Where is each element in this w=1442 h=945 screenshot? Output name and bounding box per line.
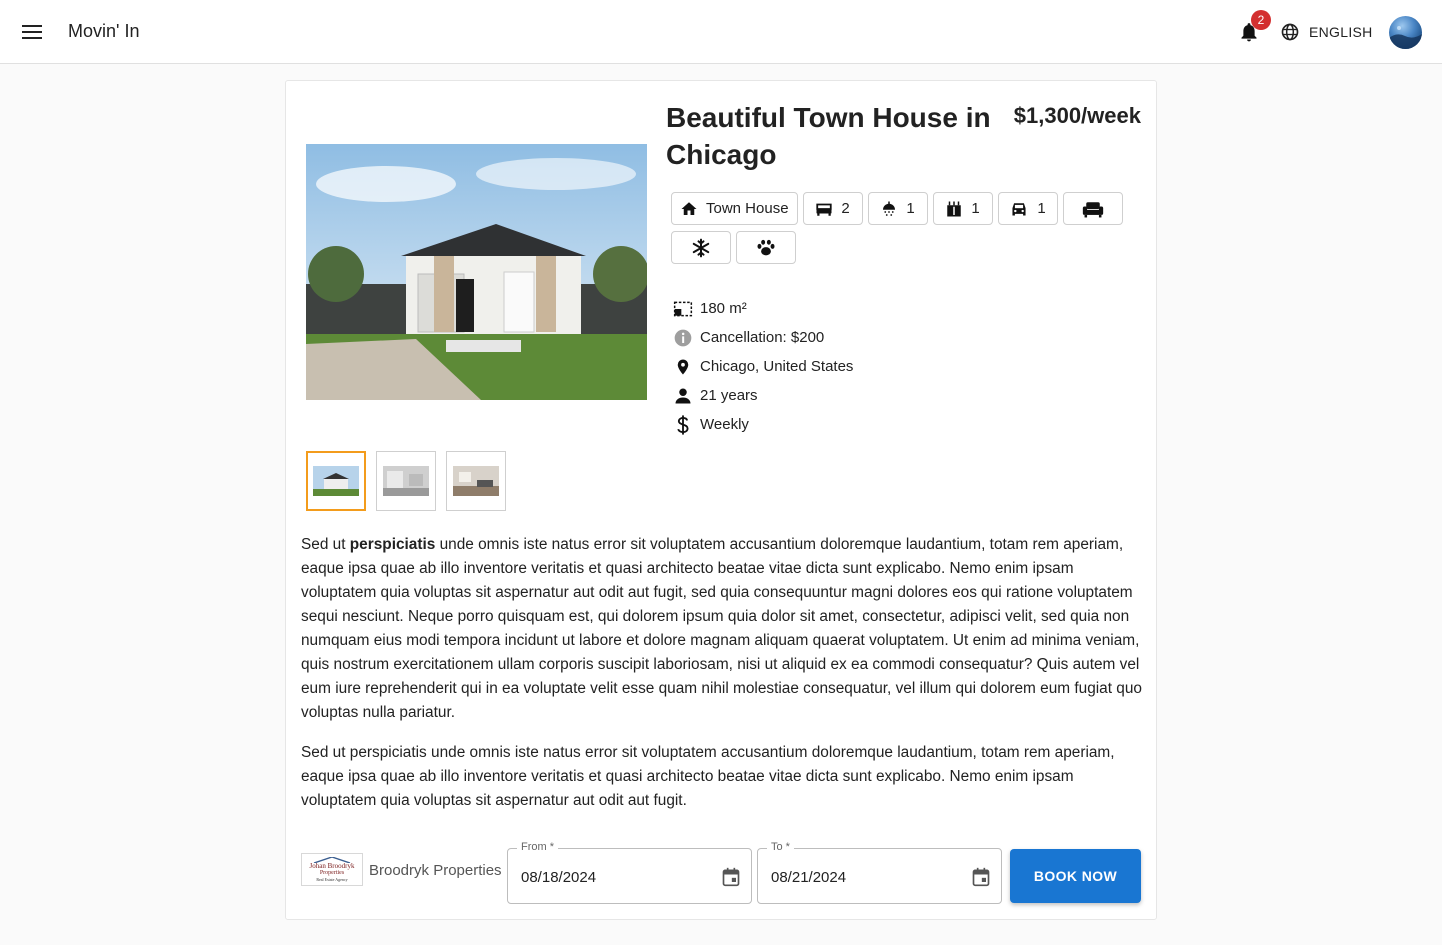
chip-label: 1: [971, 200, 980, 217]
to-value[interactable]: 08/21/2024: [771, 869, 846, 886]
chip-kitchens[interactable]: 1: [932, 192, 993, 225]
kitchen-icon: [947, 201, 962, 216]
book-now-button[interactable]: BOOK NOW: [1010, 849, 1141, 903]
chip-bedrooms[interactable]: 2: [802, 192, 863, 225]
info-size: 180 m²: [673, 294, 853, 323]
chip-parking[interactable]: 1: [997, 192, 1058, 225]
bed-icon: [816, 203, 833, 216]
description-paragraph-2: Sed ut perspiciatis unde omnis iste natu…: [301, 744, 1115, 809]
feature-chips: Town House 2 1 1 1: [671, 192, 1131, 264]
desc-text: Sed ut: [301, 536, 350, 553]
calendar-icon[interactable]: [721, 866, 741, 893]
from-date-field[interactable]: From * 08/18/2024: [507, 841, 752, 904]
info-cancellation: Cancellation: $200: [673, 323, 853, 352]
app-bar: Movin' In 2 ENGLISH: [0, 0, 1442, 64]
logo-text: Properties: [319, 870, 345, 876]
globe-icon: [1281, 23, 1299, 41]
notification-badge: 2: [1251, 10, 1271, 30]
chip-label: 1: [906, 200, 915, 217]
from-label: From *: [517, 841, 558, 853]
chip-bathrooms[interactable]: 1: [867, 192, 928, 225]
language-label: ENGLISH: [1309, 24, 1373, 40]
chip-label: 2: [841, 200, 850, 217]
min-age-value: 21 years: [700, 387, 758, 404]
language-selector[interactable]: ENGLISH: [1280, 20, 1373, 44]
listing-price: $1,300/week: [1013, 103, 1141, 128]
chip-type[interactable]: Town House: [671, 192, 798, 225]
thumbnail-strip: [306, 451, 506, 511]
payment-value: Weekly: [700, 416, 749, 433]
shower-icon: [883, 201, 896, 216]
listing-info: 180 m² Cancellation: $200 Chicago, Unite…: [673, 294, 853, 439]
listing-description: Sed ut perspiciatis unde omnis iste natu…: [301, 533, 1146, 829]
menu-icon[interactable]: [14, 14, 50, 50]
desc-text: unde omnis iste natus error sit voluptat…: [301, 536, 1142, 721]
location-value: Chicago, United States: [700, 358, 854, 375]
info-icon: [674, 329, 692, 346]
chip-pets-allowed[interactable]: [736, 231, 796, 264]
to-date-field[interactable]: To * 08/21/2024: [757, 841, 1002, 904]
logo-text: Real Estate Agency: [316, 877, 348, 882]
chip-label: 1: [1037, 200, 1046, 217]
listing-card: Beautiful Town House in Chicago $1,300/w…: [285, 80, 1157, 920]
thumbnail-2[interactable]: [376, 451, 436, 511]
desc-bold: perspiciatis: [349, 536, 436, 553]
thumbnail-3[interactable]: [446, 451, 506, 511]
car-icon: [1012, 202, 1026, 216]
app-title[interactable]: Movin' In: [68, 21, 139, 42]
dollar-icon: [677, 414, 689, 435]
info-min-age: 21 years: [673, 381, 853, 410]
owner-logo[interactable]: Johan Broodryk Properties Real Estate Ag…: [301, 853, 363, 886]
size-value: 180 m²: [700, 300, 747, 317]
avatar[interactable]: [1389, 16, 1422, 49]
calendar-icon[interactable]: [971, 866, 991, 893]
main-photo[interactable]: [306, 144, 647, 400]
thumbnail-1[interactable]: [306, 451, 366, 511]
couch-icon: [1082, 201, 1103, 217]
booking-bar: Johan Broodryk Properties Real Estate Ag…: [301, 841, 1141, 904]
listing-title: Beautiful Town House in Chicago: [666, 102, 991, 170]
paw-icon: [757, 239, 775, 255]
owner-name[interactable]: Broodryk Properties: [369, 862, 504, 879]
description-paragraph-1: Sed ut perspiciatis unde omnis iste natu…: [301, 533, 1146, 725]
area-icon: [673, 301, 693, 316]
snowflake-icon: [692, 238, 710, 257]
cancellation-value: Cancellation: $200: [700, 329, 825, 346]
info-location: Chicago, United States: [673, 352, 853, 381]
logo-text: Johan Broodryk: [309, 862, 355, 870]
person-icon: [675, 388, 691, 403]
chip-furnished[interactable]: [1062, 192, 1123, 225]
from-value[interactable]: 08/18/2024: [521, 869, 596, 886]
to-label: To *: [767, 841, 794, 853]
location-pin-icon: [677, 359, 689, 374]
chip-label: Town House: [706, 200, 789, 217]
home-icon: [681, 201, 697, 215]
info-payment: Weekly: [673, 410, 853, 439]
chip-air-conditioning[interactable]: [671, 231, 731, 264]
